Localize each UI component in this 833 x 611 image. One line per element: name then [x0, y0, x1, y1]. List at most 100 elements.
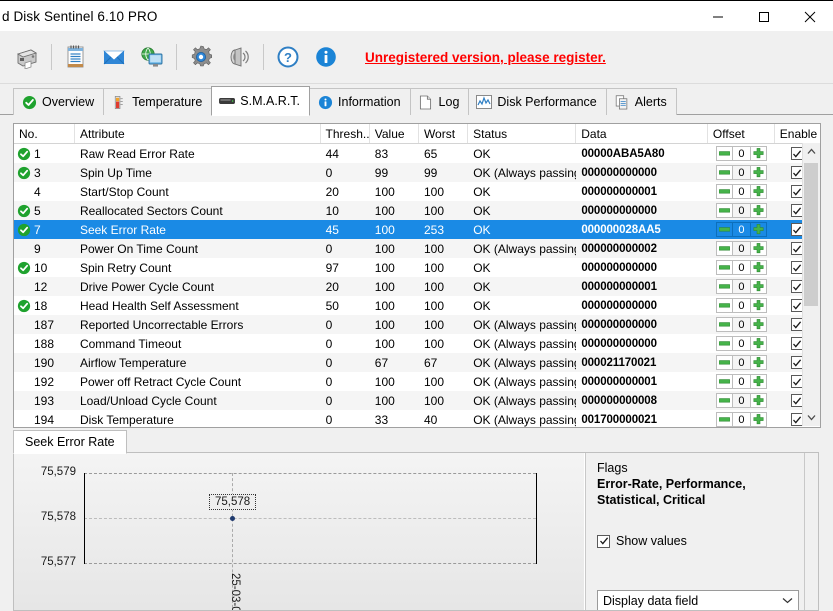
- offset-decrease-button[interactable]: [716, 184, 733, 199]
- offset-increase-button[interactable]: [750, 412, 767, 427]
- offset-decrease-button[interactable]: [716, 412, 733, 427]
- offset-increase-button[interactable]: [750, 222, 767, 237]
- column-header-status[interactable]: Status: [468, 124, 576, 143]
- column-header-no[interactable]: No.: [14, 124, 75, 143]
- offset-increase-button[interactable]: [750, 260, 767, 275]
- offset-increase-button[interactable]: [750, 374, 767, 389]
- offset-decrease-button[interactable]: [716, 279, 733, 294]
- maximize-button[interactable]: [741, 1, 787, 32]
- printer-icon[interactable]: [10, 37, 44, 77]
- column-header-value[interactable]: Value: [370, 124, 419, 143]
- tab-temperature[interactable]: Temperature: [103, 88, 212, 115]
- column-header-threshold[interactable]: Thresh...: [321, 124, 370, 143]
- offset-stepper[interactable]: 0: [716, 241, 767, 256]
- info-icon[interactable]: [309, 37, 343, 77]
- tab-smart[interactable]: S.M.A.R.T.: [211, 86, 310, 116]
- table-row[interactable]: 190Airflow Temperature06767OK (Always pa…: [14, 353, 820, 372]
- column-header-attribute[interactable]: Attribute: [75, 124, 321, 143]
- offset-stepper[interactable]: 0: [716, 374, 767, 389]
- offset-stepper[interactable]: 0: [716, 336, 767, 351]
- table-row[interactable]: 3Spin Up Time09999OK (Always passing)000…: [14, 163, 820, 182]
- table-row[interactable]: 18Head Health Self Assessment50100100OK0…: [14, 296, 820, 315]
- show-values-checkbox[interactable]: [597, 535, 610, 548]
- scroll-up-icon[interactable]: [803, 143, 820, 160]
- bottom-tab-seek-error-rate[interactable]: Seek Error Rate: [13, 430, 127, 454]
- offset-decrease-button[interactable]: [716, 317, 733, 332]
- network-monitor-icon[interactable]: [135, 37, 169, 77]
- offset-decrease-button[interactable]: [716, 203, 733, 218]
- offset-decrease-button[interactable]: [716, 222, 733, 237]
- offset-increase-button[interactable]: [750, 184, 767, 199]
- offset-increase-button[interactable]: [750, 279, 767, 294]
- offset-stepper[interactable]: 0: [716, 355, 767, 370]
- tab-alerts[interactable]: Alerts: [606, 88, 677, 115]
- display-data-field-dropdown[interactable]: Display data field: [597, 590, 799, 611]
- speaker-icon[interactable]: [222, 37, 256, 77]
- offset-increase-button[interactable]: [750, 355, 767, 370]
- offset-stepper[interactable]: 0: [716, 184, 767, 199]
- offset-decrease-button[interactable]: [716, 165, 733, 180]
- offset-stepper[interactable]: 0: [716, 317, 767, 332]
- table-row[interactable]: 9Power On Time Count0100100OK (Always pa…: [14, 239, 820, 258]
- cell-threshold: 0: [321, 315, 370, 334]
- offset-increase-button[interactable]: [750, 241, 767, 256]
- chevron-down-icon: [782, 596, 793, 606]
- offset-stepper[interactable]: 0: [716, 260, 767, 275]
- column-header-worst[interactable]: Worst: [419, 124, 468, 143]
- help-icon[interactable]: ?: [271, 37, 305, 77]
- envelope-icon[interactable]: [97, 37, 131, 77]
- offset-stepper[interactable]: 0: [716, 222, 767, 237]
- show-values-row[interactable]: Show values: [597, 534, 809, 548]
- offset-decrease-button[interactable]: [716, 374, 733, 389]
- tab-log[interactable]: Log: [410, 88, 470, 115]
- offset-decrease-button[interactable]: [716, 298, 733, 313]
- offset-decrease-button[interactable]: [716, 260, 733, 275]
- table-row[interactable]: 194Disk Temperature03340OK (Always passi…: [14, 410, 820, 427]
- table-row[interactable]: 4Start/Stop Count20100100OK0000000000010: [14, 182, 820, 201]
- offset-increase-button[interactable]: [750, 336, 767, 351]
- offset-decrease-button[interactable]: [716, 355, 733, 370]
- chart-data-point[interactable]: [230, 516, 235, 521]
- offset-stepper[interactable]: 0: [716, 279, 767, 294]
- offset-stepper[interactable]: 0: [716, 146, 767, 161]
- column-header-data[interactable]: Data: [576, 124, 708, 143]
- minimize-button[interactable]: [695, 1, 741, 32]
- offset-stepper[interactable]: 0: [716, 412, 767, 427]
- scrollbar-thumb[interactable]: [804, 163, 818, 306]
- table-row[interactable]: 193Load/Unload Cycle Count0100100OK (Alw…: [14, 391, 820, 410]
- table-row[interactable]: 7Seek Error Rate45100253OK000000028AA50: [14, 220, 820, 239]
- registration-notice[interactable]: Unregistered version, please register.: [365, 50, 606, 65]
- offset-stepper[interactable]: 0: [716, 203, 767, 218]
- column-header-enable[interactable]: Enable: [775, 124, 820, 143]
- column-header-offset[interactable]: Offset: [708, 124, 775, 143]
- offset-increase-button[interactable]: [750, 317, 767, 332]
- offset-decrease-button[interactable]: [716, 393, 733, 408]
- table-row[interactable]: 188Command Timeout0100100OK (Always pass…: [14, 334, 820, 353]
- table-vertical-scrollbar[interactable]: [802, 143, 820, 426]
- offset-stepper[interactable]: 0: [716, 393, 767, 408]
- scroll-down-icon[interactable]: [803, 409, 820, 426]
- table-row[interactable]: 10Spin Retry Count97100100OK000000000000…: [14, 258, 820, 277]
- offset-increase-button[interactable]: [750, 298, 767, 313]
- offset-increase-button[interactable]: [750, 146, 767, 161]
- offset-decrease-button[interactable]: [716, 146, 733, 161]
- tab-disk-performance[interactable]: Disk Performance: [468, 88, 606, 115]
- table-row[interactable]: 192Power off Retract Cycle Count0100100O…: [14, 372, 820, 391]
- notepad-icon[interactable]: [59, 37, 93, 77]
- table-row[interactable]: 12Drive Power Cycle Count20100100OK00000…: [14, 277, 820, 296]
- tab-information[interactable]: Information: [309, 88, 411, 115]
- cell-data: 000000000008: [576, 391, 708, 410]
- offset-increase-button[interactable]: [750, 393, 767, 408]
- gear-icon[interactable]: [184, 37, 218, 77]
- offset-stepper[interactable]: 0: [716, 165, 767, 180]
- table-row[interactable]: 5Reallocated Sectors Count10100100OK0000…: [14, 201, 820, 220]
- offset-increase-button[interactable]: [750, 203, 767, 218]
- offset-decrease-button[interactable]: [716, 241, 733, 256]
- offset-increase-button[interactable]: [750, 165, 767, 180]
- table-row[interactable]: 1Raw Read Error Rate448365OK00000ABA5A80…: [14, 144, 820, 163]
- tab-overview[interactable]: Overview: [13, 88, 104, 115]
- offset-stepper[interactable]: 0: [716, 298, 767, 313]
- close-button[interactable]: [787, 1, 833, 32]
- offset-decrease-button[interactable]: [716, 336, 733, 351]
- table-row[interactable]: 187Reported Uncorrectable Errors0100100O…: [14, 315, 820, 334]
